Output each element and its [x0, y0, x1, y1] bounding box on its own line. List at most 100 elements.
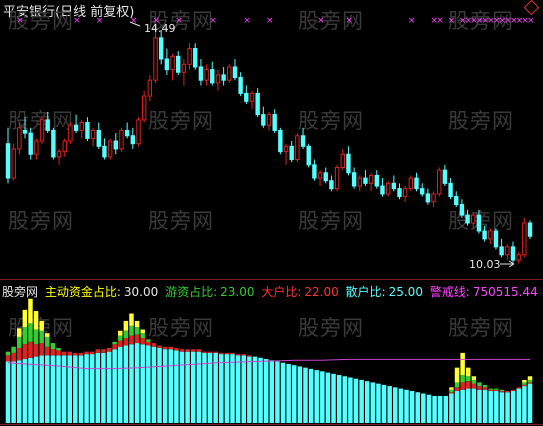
- candle-body: [317, 172, 323, 179]
- candle-body: [96, 129, 101, 147]
- candle-body: [244, 92, 249, 102]
- candle-body: [141, 95, 147, 121]
- indicator-name: 股旁网: [2, 285, 39, 299]
- main-force-bar: [28, 298, 33, 324]
- big-holder-bar: [134, 334, 140, 344]
- retail-bar: [443, 395, 449, 423]
- big-holder-bar: [123, 338, 129, 346]
- candle-body: [278, 129, 283, 153]
- hot-money-bar: [466, 376, 471, 382]
- signal-marker: ×: [96, 16, 104, 26]
- candle-body: [459, 204, 465, 216]
- candle-body: [510, 246, 516, 261]
- big-holder-bar: [516, 387, 522, 389]
- main-force-bar: [33, 311, 39, 330]
- retail-bar: [196, 351, 202, 423]
- retail-bar: [151, 346, 157, 423]
- retail-bar: [409, 391, 415, 423]
- big-holder-bar: [247, 355, 252, 357]
- retail-bar: [488, 391, 493, 423]
- legend-alert-line-label: 警戒线:: [429, 285, 470, 299]
- big-holder-bar: [454, 387, 460, 392]
- hot-money-bar: [39, 330, 44, 344]
- big-holder-bar: [16, 347, 22, 361]
- candle-body: [505, 246, 510, 256]
- candle-body: [107, 140, 113, 158]
- legend-alert-line-value: 750515.44: [472, 285, 538, 299]
- candle-body: [363, 177, 368, 184]
- signal-marker: ×: [16, 16, 24, 26]
- candle-body: [527, 222, 533, 237]
- main-force-bar: [118, 330, 123, 336]
- retail-bar: [157, 347, 162, 423]
- retail-bar: [342, 376, 348, 423]
- big-holder-bar: [56, 350, 61, 356]
- retail-bar: [370, 382, 376, 423]
- legend-main-force-label: 主动资金占比:: [44, 285, 121, 299]
- high-price-label: 14.49: [144, 22, 176, 35]
- retail-bar: [381, 384, 387, 423]
- signal-marker: ×: [317, 16, 325, 26]
- retail-bar: [224, 354, 230, 423]
- big-holder-bar: [146, 341, 151, 346]
- big-holder-bar: [168, 346, 174, 350]
- retail-bar: [437, 395, 443, 423]
- candle-body: [68, 124, 73, 142]
- retail-bar: [364, 381, 370, 423]
- big-holder-bar: [196, 349, 202, 352]
- hot-money-bar: [22, 327, 28, 345]
- retail-bar: [28, 357, 33, 423]
- big-holder-bar: [190, 349, 196, 352]
- retail-bar: [297, 366, 303, 423]
- candle-body: [261, 114, 266, 126]
- signal-marker: ×: [130, 16, 138, 26]
- hot-money-bar: [527, 379, 533, 383]
- candle-body: [232, 66, 238, 79]
- candle-body: [266, 114, 272, 126]
- retail-bar: [11, 361, 16, 423]
- hot-money-bar: [471, 379, 477, 384]
- candle-body: [357, 177, 362, 187]
- main-force-bar: [22, 309, 28, 328]
- candle-body: [56, 151, 62, 158]
- retail-bar: [286, 363, 291, 423]
- retail-bar: [421, 393, 426, 423]
- retail-bar: [140, 344, 145, 423]
- big-holder-bar: [89, 351, 95, 355]
- candle-body: [306, 145, 311, 166]
- candle-body: [238, 77, 243, 94]
- big-holder-bar: [112, 344, 117, 350]
- big-holder-bar: [522, 384, 527, 387]
- candle-body: [329, 180, 334, 190]
- candle-body: [215, 74, 221, 84]
- retail-bar: [292, 365, 297, 423]
- main-force-bar: [466, 367, 471, 377]
- candle-body: [85, 122, 90, 139]
- big-holder-bar: [499, 391, 505, 393]
- candle-body: [482, 230, 487, 240]
- big-holder-bar: [505, 391, 510, 393]
- main-force-bar: [123, 320, 129, 331]
- candle-body: [402, 188, 408, 198]
- hot-money-bar: [477, 382, 482, 387]
- retail-bar: [258, 357, 263, 423]
- hot-money-bar: [123, 330, 129, 339]
- candle-body: [11, 148, 16, 179]
- candle-body: [391, 182, 397, 190]
- retail-bar: [129, 344, 134, 423]
- retail-bar: [179, 351, 185, 423]
- big-holder-bar: [466, 381, 471, 389]
- candlestick-chart[interactable]: × × × × × × × × × × × × ×× × ×××××××××××××: [0, 0, 543, 426]
- retail-bar: [275, 361, 280, 423]
- hot-money-bar: [454, 382, 460, 388]
- candle-body: [62, 140, 67, 153]
- big-holder-bar: [118, 340, 123, 347]
- big-holder-bar: [73, 352, 78, 356]
- candle-body: [221, 74, 226, 81]
- big-holder-bar: [477, 386, 482, 390]
- candle-body: [340, 153, 345, 168]
- hot-money-bar: [482, 384, 488, 388]
- legend-big-holder-label: 大户比:: [261, 285, 302, 299]
- signal-marker: ×: [243, 16, 251, 26]
- big-holder-bar: [101, 349, 106, 353]
